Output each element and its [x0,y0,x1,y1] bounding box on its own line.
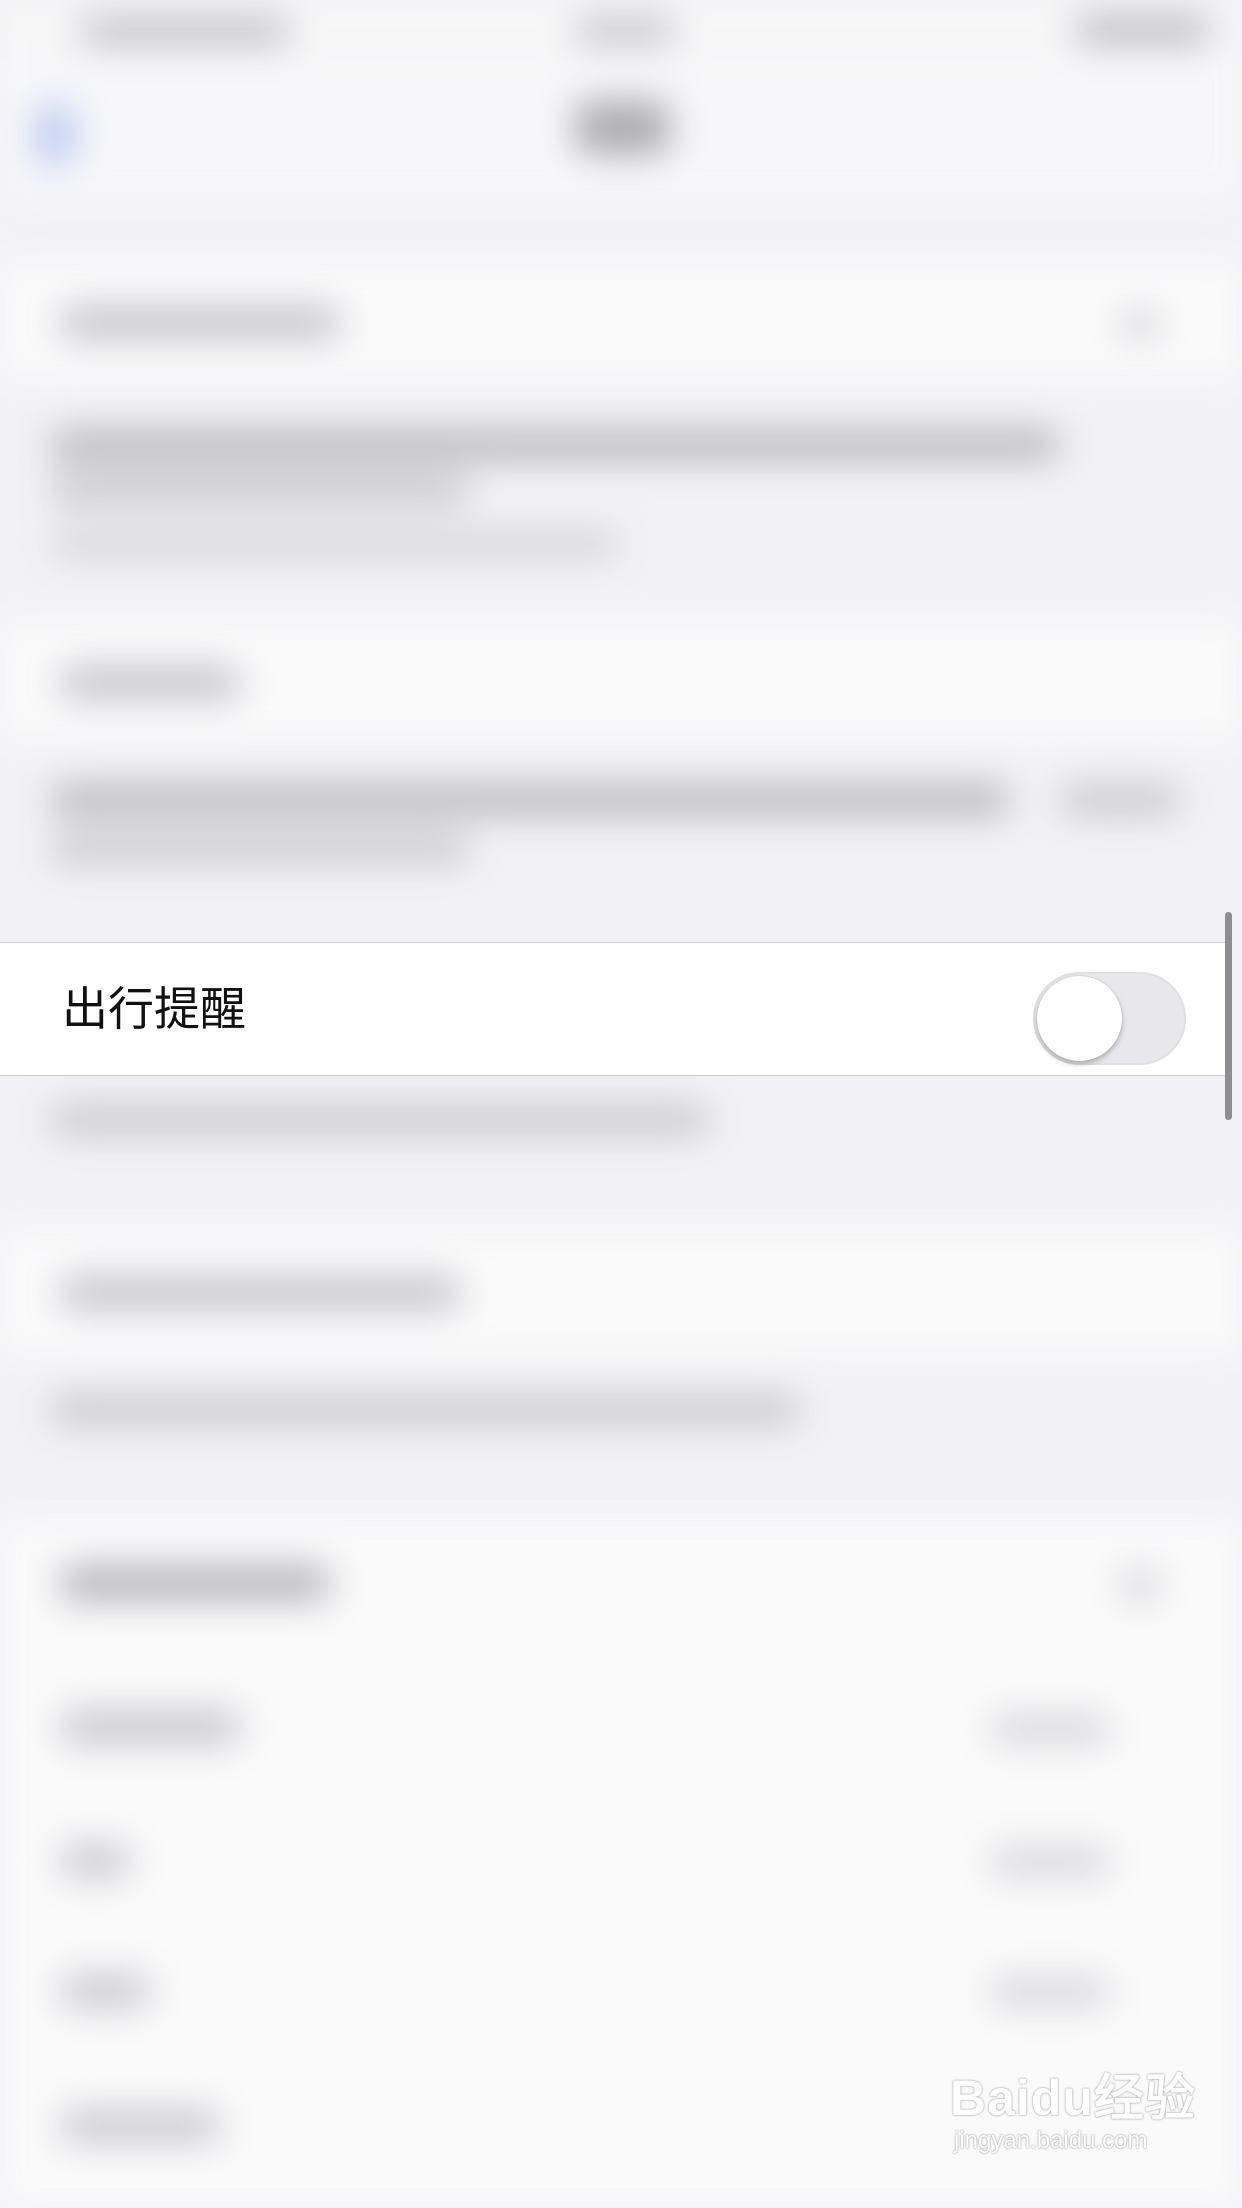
blurred-text [50,1395,800,1425]
blurred-text [50,530,620,558]
status-bar [0,0,1242,60]
blurred-row [0,1800,1242,1930]
nav-bar [0,60,1242,200]
travel-reminder-toggle[interactable] [1033,972,1186,1065]
blurred-text [50,785,1010,815]
blurred-text [50,835,470,863]
status-bar-left [80,18,290,44]
blurred-background [0,0,1242,2208]
toggle-knob [1037,976,1122,1061]
nav-title [575,100,670,155]
baidu-watermark: Baidu经验 jingyan.baidu.com [950,2070,1210,2180]
blurred-row [0,260,1242,380]
settings-screen: 出行提醒 Baidu经验 jingyan.baidu.com [0,0,1242,2208]
blurred-text [50,1105,710,1135]
back-icon [35,105,75,165]
blurred-row [0,1230,1242,1355]
blurred-row [0,620,1242,740]
travel-reminder-label: 出行提醒 [62,982,246,1036]
travel-reminder-row: 出行提醒 [0,942,1230,1076]
blurred-text [50,430,1060,460]
blurred-text [50,475,470,505]
blurred-row [0,1930,1242,2060]
status-bar-battery [1075,16,1210,44]
status-bar-time [575,18,675,44]
blurred-row [0,1660,1242,1800]
scrollbar[interactable] [1225,912,1232,1120]
blurred-row [0,1520,1242,1660]
watermark-url: jingyan.baidu.com [954,2127,1148,2154]
watermark-logo: Baidu经验 [950,2070,1196,2126]
blurred-text [1060,785,1180,815]
